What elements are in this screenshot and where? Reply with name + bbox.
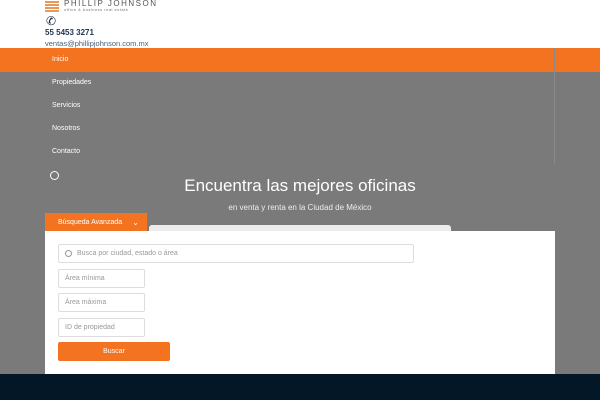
- logo-mark: [45, 0, 59, 12]
- search-icon: [65, 250, 72, 257]
- phone-link[interactable]: 55 5453 3271: [45, 28, 94, 37]
- logo[interactable]: PHILLIP JOHNSON office & business real e…: [45, 0, 157, 12]
- property-id-input[interactable]: ID de propiedad: [58, 318, 145, 337]
- nav-item-servicios[interactable]: Servicios: [45, 94, 554, 117]
- nav-item-contacto[interactable]: Contacto: [45, 140, 554, 163]
- search-panel: Busca por ciudad, estado o área Área mín…: [45, 231, 555, 374]
- max-area-input[interactable]: Área máxima: [58, 293, 145, 312]
- advanced-search-tab[interactable]: Búsqueda Avanzada ⌄: [45, 213, 147, 233]
- nav-item-propiedades[interactable]: Propiedades: [45, 71, 554, 94]
- header: PHILLIP JOHNSON office & business real e…: [0, 0, 600, 48]
- search-input[interactable]: Busca por ciudad, estado o área: [58, 244, 414, 263]
- nav-item-inicio[interactable]: Inicio: [45, 48, 554, 71]
- search-button[interactable]: Buscar: [58, 342, 170, 361]
- footer: [0, 374, 600, 400]
- nav-item-nosotros[interactable]: Nosotros: [45, 117, 554, 140]
- phone-icon: ✆: [46, 14, 57, 28]
- brand-tagline: office & business real estate: [64, 7, 129, 12]
- chevron-down-icon: ⌄: [132, 218, 139, 227]
- search-placeholder: Busca por ciudad, estado o área: [77, 250, 178, 257]
- hero-title: Encuentra las mejores oficinas: [184, 176, 416, 195]
- hero-subtitle: en venta y renta en la Ciudad de México: [228, 203, 372, 212]
- advanced-search-label: Búsqueda Avanzada: [58, 219, 123, 226]
- email-link[interactable]: ventas@phillipjohnson.com.mx: [45, 39, 149, 48]
- min-area-input[interactable]: Área mínima: [58, 269, 145, 288]
- main-nav: Inicio Propiedades Servicios Nosotros Co…: [45, 48, 555, 164]
